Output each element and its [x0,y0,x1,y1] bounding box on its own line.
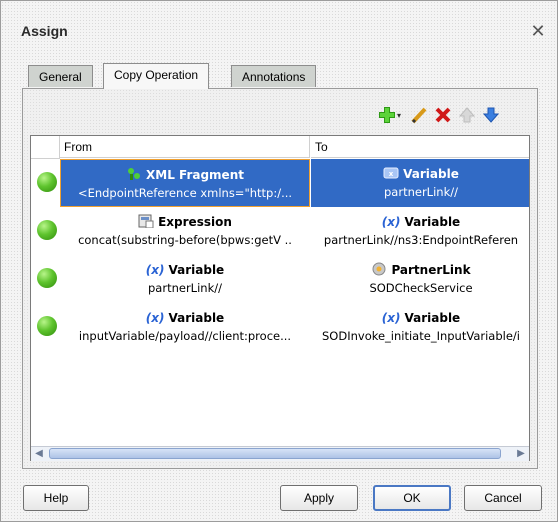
from-value: concat(substring-before(bpws:getV .. [78,233,292,247]
from-cell[interactable]: Expression concat(substring-before(bpws:… [60,207,310,255]
from-value: inputVariable/payload//client:proce... [78,329,292,343]
expression-icon [138,214,154,229]
to-cell[interactable]: (x) Variable SODInvoke_initiate_InputVari… [311,303,529,351]
to-type: Variable [404,311,461,325]
from-type: Expression [158,215,232,229]
from-column-header[interactable]: From [60,136,310,158]
status-ok-icon [37,316,57,336]
to-value: SODInvoke_initiate_InputVariable/i [322,329,520,343]
tab-annotations[interactable]: Annotations [231,65,317,87]
status-ok-icon [37,220,57,240]
copy-rules-table: From To XML Fragment <EndpointReference … [30,135,530,461]
add-icon[interactable] [377,105,397,125]
to-type: Variable [403,167,459,181]
from-type: XML Fragment [146,168,244,182]
variable-icon: x [383,166,399,180]
tab-copy-operation[interactable]: Copy Operation [103,63,210,89]
to-cell[interactable]: PartnerLink SODCheckService [311,255,529,303]
to-cell[interactable]: (x) Variable partnerLink//ns3:EndpointRef… [311,207,529,255]
table-row[interactable]: Expression concat(substring-before(bpws:… [31,207,529,255]
variable-icon: (x) [145,311,165,325]
table-row[interactable]: XML Fragment <EndpointReference xmlns="h… [31,159,529,207]
from-cell[interactable]: XML Fragment <EndpointReference xmlns="h… [60,159,310,207]
to-column-header[interactable]: To [311,136,529,158]
pencil-icon[interactable] [409,105,429,125]
scroll-left-icon[interactable]: ◀ [31,447,47,461]
to-value: partnerLink// [384,185,458,199]
horizontal-scrollbar[interactable]: ◀ ▶ [31,446,529,461]
xml-fragment-icon [126,167,142,181]
to-value: SODCheckService [369,281,473,295]
scrollbar-thumb[interactable] [49,448,501,459]
ok-button[interactable]: OK [373,485,451,511]
to-type: PartnerLink [391,263,471,277]
from-type: Variable [168,263,225,277]
cancel-button[interactable]: Cancel [464,485,542,511]
arrow-down-icon[interactable] [481,105,501,125]
chevron-down-icon[interactable]: ▾ [397,111,401,120]
table-row[interactable]: (x) Variable inputVariable/payload//clien… [31,303,529,351]
to-value: partnerLink//ns3:EndpointReferen [323,233,519,247]
dialog-title: Assign [21,23,68,39]
status-ok-icon [37,268,57,288]
scroll-right-icon[interactable]: ▶ [513,447,529,461]
from-cell[interactable]: (x) Variable partnerLink// [60,255,310,303]
variable-icon: (x) [381,311,401,325]
svg-text:x: x [389,170,394,178]
to-cell[interactable]: x Variable partnerLink// [311,159,529,207]
variable-icon: (x) [381,215,401,229]
close-icon[interactable]: ✕ [527,21,549,43]
status-column-header [31,136,60,159]
arrow-up-icon[interactable] [457,105,477,125]
status-ok-icon [37,172,57,192]
from-value: <EndpointReference xmlns="http:/... [77,186,293,200]
help-button[interactable]: Help [23,485,89,511]
tab-general[interactable]: General [28,65,93,87]
to-type: Variable [404,215,461,229]
delete-icon[interactable] [433,105,453,125]
from-cell[interactable]: (x) Variable inputVariable/payload//clien… [60,303,310,351]
table-row[interactable]: (x) Variable partnerLink// PartnerLink SO… [31,255,529,303]
from-type: Variable [168,311,225,325]
variable-icon: (x) [145,263,165,277]
assign-dialog: Assign ✕ General Copy Operation Annotati… [0,0,558,522]
from-value: partnerLink// [148,281,222,295]
apply-button[interactable]: Apply [280,485,358,511]
partner-link-icon [371,262,387,276]
